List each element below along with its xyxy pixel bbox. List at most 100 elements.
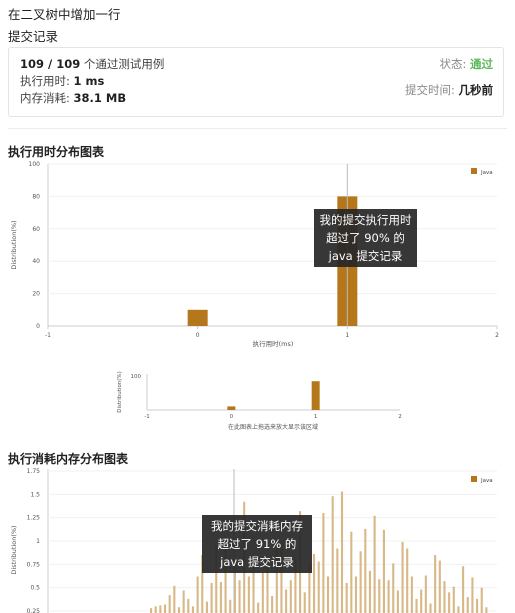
memory-bar[interactable] <box>354 576 358 613</box>
memory-bar[interactable] <box>173 585 176 613</box>
memory-bar[interactable] <box>429 603 432 613</box>
y-tick-label: 80 <box>32 193 40 200</box>
memory-label: 内存消耗: <box>20 91 74 105</box>
memory-bar[interactable] <box>466 597 469 613</box>
memory-bar[interactable] <box>406 548 409 613</box>
memory-bar[interactable] <box>196 576 199 613</box>
memory-bar[interactable] <box>289 580 292 613</box>
memory-bar[interactable] <box>420 589 423 613</box>
memory-bar[interactable] <box>261 572 264 613</box>
memory-bar[interactable] <box>210 583 213 613</box>
memory-bar[interactable] <box>159 605 162 613</box>
memory-bar[interactable] <box>331 496 334 613</box>
memory-bar[interactable] <box>313 554 316 613</box>
memory-bar[interactable] <box>415 598 418 613</box>
y-tick-label: 100 <box>29 161 41 168</box>
memory-bar[interactable] <box>434 555 437 613</box>
memory-bar[interactable] <box>373 515 376 613</box>
legend-label-java: Java <box>480 478 493 484</box>
overview-bar <box>227 406 236 410</box>
runtime-value: 1 ms <box>73 74 105 88</box>
x-tick-label: 1 <box>314 414 318 420</box>
memory-bar[interactable] <box>462 566 465 613</box>
memory-bar[interactable] <box>238 580 241 613</box>
memory-bar[interactable] <box>443 581 446 613</box>
y-tick-label: 1.25 <box>27 515 41 522</box>
x-tick-label: 1 <box>345 332 349 339</box>
memory-bar[interactable] <box>336 548 339 613</box>
runtime-overview-chart[interactable]: 100 -1 0 1 2 Distribution(%) 在此图表上拖选来放大显示该区… <box>0 368 515 438</box>
memory-bar[interactable] <box>424 575 427 613</box>
submission-card: 109 / 109 个通过测试用例 执行用时: 1 ms 内存消耗: 38.1 … <box>8 47 504 117</box>
memory-bar[interactable] <box>387 580 390 613</box>
memory-bar[interactable] <box>340 491 344 613</box>
memory-bar[interactable] <box>438 560 441 613</box>
memory-bar[interactable] <box>471 577 474 613</box>
memory-bar[interactable] <box>485 607 488 613</box>
memory-bar[interactable] <box>345 583 348 613</box>
tooltip-line: 我的提交消耗内存 <box>211 519 303 533</box>
submit-time-row: 提交时间: 几秒前 <box>405 82 493 98</box>
tooltip-line: 超过了 91% 的 <box>217 537 297 551</box>
memory-bar[interactable] <box>303 592 306 613</box>
legend-label-java: Java <box>480 170 493 176</box>
memory-bar[interactable] <box>396 590 399 613</box>
runtime-bar[interactable] <box>187 309 208 326</box>
runtime-row: 执行用时: 1 ms <box>20 73 104 89</box>
runtime-label: 执行用时: <box>20 74 74 88</box>
y-tick-label: 1.75 <box>27 468 41 475</box>
runtime-tooltip: 我的提交执行用时 超过了 90% 的 java 提交记录 <box>314 209 417 267</box>
memory-bar[interactable] <box>448 592 451 613</box>
memory-bar[interactable] <box>229 599 232 613</box>
memory-bar[interactable] <box>205 601 208 613</box>
memory-bar[interactable] <box>452 586 455 613</box>
memory-bar[interactable] <box>191 606 195 613</box>
memory-bar[interactable] <box>163 604 167 613</box>
memory-bar[interactable] <box>326 576 330 613</box>
memory-bar[interactable] <box>457 606 460 613</box>
memory-bar[interactable] <box>322 513 325 613</box>
memory-bar[interactable] <box>378 579 381 613</box>
memory-bar[interactable] <box>187 598 190 613</box>
memory-bar[interactable] <box>177 607 181 613</box>
memory-value: 38.1 MB <box>73 91 127 105</box>
memory-bar[interactable] <box>382 529 385 613</box>
y-tick-label: 1 <box>36 538 40 545</box>
page-title: 在二叉树中增加一行 <box>8 7 121 22</box>
y-tick-label: 100 <box>131 374 142 380</box>
memory-bar[interactable] <box>150 608 153 613</box>
legend-swatch-java <box>471 476 477 482</box>
legend-swatch-java <box>471 168 477 174</box>
memory-bar[interactable] <box>182 590 185 613</box>
x-tick-label: -1 <box>45 332 51 339</box>
memory-bar[interactable] <box>401 541 404 613</box>
tooltip-line: java 提交记录 <box>328 249 403 263</box>
memory-bar[interactable] <box>476 598 479 613</box>
testcase-passed: 109 / 109 <box>20 57 81 71</box>
runtime-distribution-chart[interactable]: 0 20 40 60 80 100 -1 0 1 2 Distribution(%) 执行用时(… <box>0 160 515 360</box>
memory-bar[interactable] <box>257 602 260 613</box>
x-tick-label: 0 <box>196 332 200 339</box>
memory-bar[interactable] <box>219 582 222 613</box>
tooltip-line: java 提交记录 <box>220 555 294 569</box>
y-axis-label: Distribution(%) <box>10 220 18 269</box>
memory-bar[interactable] <box>154 606 157 613</box>
memory-bar[interactable] <box>317 561 320 613</box>
memory-bar[interactable] <box>285 589 288 613</box>
y-tick-label: 20 <box>32 291 40 298</box>
memory-bar[interactable] <box>392 563 395 613</box>
memory-bar[interactable] <box>480 587 483 613</box>
memory-bar[interactable] <box>364 528 367 613</box>
memory-bar[interactable] <box>247 576 250 613</box>
memory-bar[interactable] <box>359 551 362 613</box>
status-value[interactable]: 通过 <box>470 57 493 71</box>
memory-bar[interactable] <box>271 596 274 613</box>
y-tick-label: 0.25 <box>27 608 41 613</box>
memory-bar[interactable] <box>168 595 171 613</box>
testcase-summary: 109 / 109 个通过测试用例 <box>20 56 164 72</box>
memory-bar[interactable] <box>368 570 371 613</box>
memory-bar[interactable] <box>350 531 353 613</box>
memory-bar[interactable] <box>410 576 413 613</box>
x-tick-label: 2 <box>398 414 402 420</box>
y-tick-label: 1.5 <box>30 491 40 498</box>
